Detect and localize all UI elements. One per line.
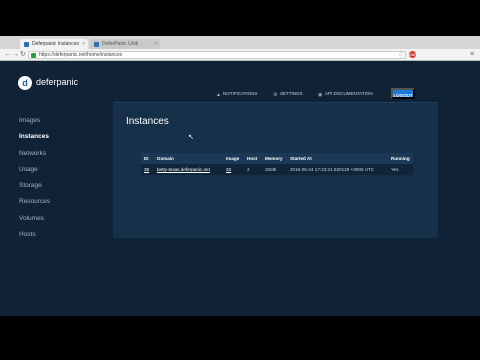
lock-icon: [31, 53, 36, 58]
column-header-domain: Domain: [157, 156, 174, 161]
settings-label: SETTINGS: [280, 91, 303, 96]
instance-id-link[interactable]: 39: [144, 167, 149, 172]
bookmark-star-icon[interactable]: ☆: [398, 51, 403, 58]
browser-tab-active[interactable]: Deferpanic Instances ×: [20, 39, 88, 49]
screen: Deferpanic Instances × DeferPanic Unik ×…: [0, 36, 480, 316]
browser-tab-inactive[interactable]: DeferPanic Unik ×: [90, 39, 160, 49]
api-documentation-link[interactable]: ◉ API DOCUMENTATION: [318, 91, 373, 98]
settings-link[interactable]: ⚙ SETTINGS: [273, 91, 303, 98]
browser-tabstrip: Deferpanic Instances × DeferPanic Unik ×: [0, 36, 480, 49]
page-title: Instances: [126, 116, 169, 127]
mouse-cursor-icon: ↖: [188, 134, 194, 141]
table-header-row: ID Domain Image Host Memory Started At R…: [141, 153, 413, 164]
logo-text: deferpanic: [36, 77, 79, 87]
reload-icon[interactable]: ↻: [20, 51, 26, 59]
instances-panel: Instances ↖ ID Domain Image Host Memory …: [113, 102, 438, 238]
column-header-running: Running: [391, 156, 410, 161]
column-header-host: Host: [247, 156, 258, 161]
sidebar: d deferpanic Images Instances Networks U…: [0, 61, 100, 316]
logo-mark-icon: d: [18, 76, 32, 90]
close-tab-icon[interactable]: ×: [82, 41, 85, 47]
favicon-icon: [24, 42, 29, 47]
book-icon: ◉: [318, 92, 323, 98]
sidebar-item-networks[interactable]: Networks: [19, 146, 50, 162]
browser-toolbar: ← → ↻ https://deferpanic.net/home/instan…: [0, 49, 480, 61]
browser-menu-icon[interactable]: ≡: [470, 51, 474, 58]
bell-icon: ▲: [216, 92, 221, 98]
gear-icon: ⚙: [273, 92, 278, 98]
cell-memory: 32Mb: [265, 167, 277, 172]
favicon-icon: [94, 42, 99, 47]
sidebar-item-usage[interactable]: Usage: [19, 162, 50, 178]
back-arrow-icon[interactable]: ←: [4, 51, 11, 59]
column-header-started-at: Started At: [290, 156, 312, 161]
table-row: 39 betty-texas.deferpanic.net 33 2 32Mb …: [141, 164, 413, 175]
api-documentation-label: API DOCUMENTATION: [325, 91, 373, 96]
address-bar-url: https://deferpanic.net/home/instances: [39, 52, 123, 58]
cell-started-at: 2016-05-24 17:23:21.520128 +0000 UTC: [290, 167, 375, 172]
browser-tab-title: Deferpanic Instances: [32, 41, 79, 47]
sidebar-item-instances[interactable]: Instances: [19, 129, 50, 145]
sidebar-item-resources[interactable]: Resources: [19, 194, 50, 210]
instances-table: ID Domain Image Host Memory Started At R…: [141, 153, 413, 175]
notifications-label: NOTIFICATIONS: [223, 91, 258, 96]
column-header-memory: Memory: [265, 156, 283, 161]
cell-running: Yes: [391, 167, 399, 172]
cell-host: 2: [247, 167, 250, 172]
sidebar-item-volumes[interactable]: Volumes: [19, 211, 50, 227]
address-bar[interactable]: https://deferpanic.net/home/instances: [28, 51, 406, 59]
column-header-id: ID: [144, 156, 149, 161]
logout-button[interactable]: LOGOUT: [391, 88, 415, 99]
sidebar-item-storage[interactable]: Storage: [19, 178, 50, 194]
cell-id[interactable]: 39: [141, 164, 154, 175]
browser-tab-title: DeferPanic Unik: [102, 41, 139, 47]
instance-image-link[interactable]: 33: [226, 167, 231, 172]
sidebar-item-hosts[interactable]: Hosts: [19, 227, 50, 243]
adblock-extension-icon[interactable]: ABP: [409, 51, 417, 58]
instance-domain-link[interactable]: betty-texas.deferpanic.net: [157, 167, 210, 172]
cell-domain[interactable]: betty-texas.deferpanic.net: [154, 164, 223, 175]
column-header-image: Image: [226, 156, 240, 161]
close-tab-icon[interactable]: ×: [154, 41, 157, 47]
cell-image[interactable]: 33: [223, 164, 244, 175]
notifications-link[interactable]: ▲ NOTIFICATIONS: [216, 91, 257, 98]
sidebar-nav: Images Instances Networks Usage Storage …: [19, 113, 50, 243]
forward-arrow-icon[interactable]: →: [12, 51, 19, 59]
sidebar-item-images[interactable]: Images: [19, 113, 50, 129]
